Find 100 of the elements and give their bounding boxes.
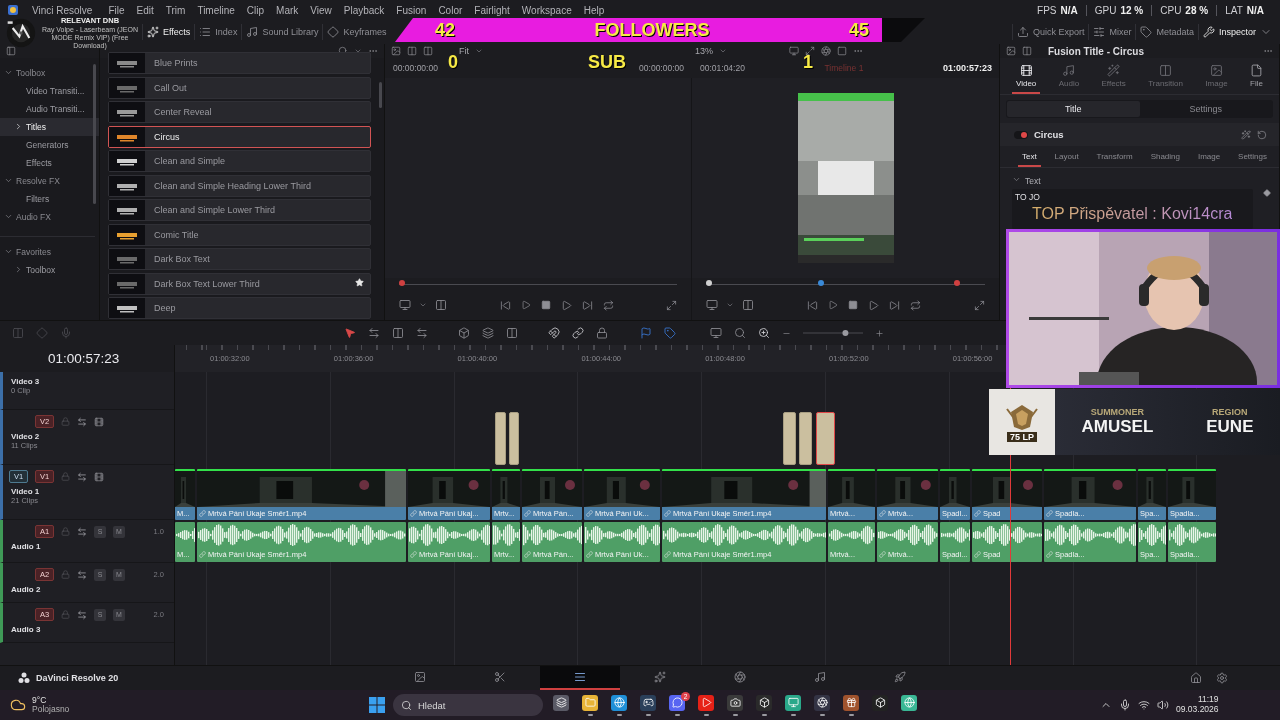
toggle-switch[interactable] [1014, 130, 1028, 139]
title-list-item[interactable]: Center Reveal [108, 101, 371, 123]
marker-icon[interactable] [664, 327, 676, 339]
quick-export-button[interactable]: Quick Export [1011, 24, 1089, 40]
inspector-subtab[interactable]: Text [1018, 150, 1041, 167]
title-clip[interactable] [799, 412, 812, 465]
loop-icon[interactable] [602, 299, 614, 311]
title-list-item[interactable]: Dark Box Text Lower Third [108, 272, 371, 295]
tree-item[interactable]: Titles [0, 118, 99, 136]
segment-button[interactable]: Settings [1139, 101, 1272, 117]
search-field[interactable]: Hledat [393, 694, 543, 716]
title-list-item[interactable]: Deep [108, 297, 371, 319]
keyframes-tab[interactable]: Keyframes [322, 24, 391, 40]
menu-item[interactable]: Color [438, 4, 463, 16]
menu-item[interactable]: Timeline [197, 4, 235, 16]
mic-icon[interactable] [1119, 699, 1131, 711]
skip-forward-icon[interactable] [889, 299, 900, 311]
inspector-subtab[interactable]: Image [1193, 150, 1225, 167]
wifi-icon[interactable] [1138, 699, 1150, 711]
tree-item[interactable]: Toolbox [0, 261, 99, 279]
stop-icon[interactable] [540, 300, 551, 310]
title-clip[interactable] [783, 412, 796, 465]
title-list-item[interactable]: Comic Title [108, 223, 371, 246]
segment-button[interactable]: Title [1007, 101, 1140, 117]
zoom-icon[interactable] [734, 327, 746, 339]
start-icon[interactable] [368, 696, 386, 714]
snap-icon[interactable] [548, 327, 560, 339]
menu-item[interactable]: Fusion [396, 4, 427, 16]
index-tab[interactable]: Index [194, 24, 242, 40]
mixer-tab[interactable]: Mixer [1088, 24, 1136, 40]
skip-forward-icon[interactable] [581, 299, 593, 311]
title-list-item[interactable]: Circus [108, 125, 371, 148]
sound-library-tab[interactable]: Sound Library [241, 24, 323, 40]
taskbar-app[interactable] [695, 692, 717, 718]
tree-item[interactable]: Favorites [0, 243, 99, 261]
volume-icon[interactable] [1157, 699, 1169, 711]
inspector-tab[interactable]: Video [1012, 62, 1041, 94]
tree-item[interactable]: Generators [0, 136, 99, 154]
effects-tab[interactable]: Effects [142, 24, 195, 40]
title-list-item[interactable]: Clean and Simple [108, 150, 371, 172]
taskbar-app[interactable] [637, 692, 659, 718]
taskbar-app[interactable] [782, 692, 804, 718]
loop-icon[interactable] [910, 299, 921, 311]
menu-item[interactable]: Fairlight [474, 4, 510, 16]
play-icon[interactable] [868, 299, 879, 311]
taskbar-app[interactable] [608, 692, 630, 718]
skip-back-icon[interactable] [807, 299, 818, 311]
zoom-slider[interactable] [803, 329, 863, 337]
scrollbar[interactable] [379, 82, 382, 108]
view-icon[interactable] [710, 327, 722, 339]
pointer-icon[interactable] [344, 327, 356, 339]
title-list-item[interactable]: Blue Prints [108, 52, 371, 74]
inspector-subtab[interactable]: Layout [1050, 150, 1083, 167]
group-title[interactable]: Text [1025, 175, 1041, 186]
menu-item[interactable]: Edit [136, 4, 154, 16]
zoom-in-icon[interactable] [758, 327, 770, 339]
inspector-tab[interactable]: Inspector [1197, 24, 1260, 40]
inspector-tab[interactable]: File [1245, 62, 1267, 94]
zoom-level[interactable]: Fit [459, 46, 469, 56]
menu-item[interactable]: Mark [276, 4, 299, 16]
inspector-subtab[interactable]: Settings [1234, 150, 1271, 167]
settings-icon[interactable] [1216, 672, 1228, 684]
sidebar-toggle-icon[interactable] [6, 46, 16, 56]
menu-item[interactable]: File [108, 4, 125, 16]
menu-item[interactable]: Playback [343, 4, 385, 16]
reset-icon[interactable] [1257, 129, 1267, 140]
taskbar-app[interactable] [579, 692, 601, 718]
menu-item[interactable]: Workspace [521, 4, 572, 16]
wand-icon[interactable] [1241, 129, 1251, 140]
scrollbar[interactable] [93, 64, 96, 204]
title-list-item[interactable]: Clean and Simple Lower Third [108, 199, 371, 221]
inspector-subtab[interactable]: Shading [1146, 150, 1184, 167]
title-list-item[interactable]: Call Out [108, 76, 371, 99]
page-tab[interactable] [540, 666, 620, 690]
taskbar-app[interactable] [753, 692, 775, 718]
tree-item[interactable]: Resolve FX [0, 172, 99, 190]
tree-item[interactable]: Video Transiti... [0, 82, 99, 100]
menu-item[interactable]: Help [583, 4, 605, 16]
tree-item[interactable]: Filters [0, 190, 99, 208]
link-icon[interactable] [572, 327, 584, 339]
zoom-level[interactable]: 13% [695, 46, 713, 56]
keyframe-icon[interactable] [1263, 189, 1271, 197]
title-clip[interactable] [509, 412, 519, 465]
stop-icon[interactable] [848, 300, 858, 310]
title-clip[interactable] [495, 412, 506, 465]
tree-item[interactable]: Audio Transiti... [0, 100, 99, 118]
flag-icon[interactable] [640, 327, 652, 339]
menu-item[interactable]: Trim [165, 4, 186, 16]
menu-item[interactable]: Clip [246, 4, 265, 16]
home-icon[interactable] [1190, 672, 1202, 684]
title-list-item[interactable]: Dark Box Text [108, 248, 371, 270]
metadata-tab[interactable]: Metadata [1135, 24, 1198, 40]
tree-item[interactable]: Toolbox [0, 64, 99, 82]
skip-back-icon[interactable] [499, 299, 511, 311]
inspector-subtab[interactable]: Transform [1092, 150, 1137, 167]
play-icon[interactable] [560, 299, 572, 311]
tree-item[interactable]: Audio FX [0, 208, 99, 226]
menu-item[interactable]: View [310, 4, 332, 16]
taskbar-app[interactable] [724, 692, 746, 718]
tree-item[interactable]: Effects [0, 154, 99, 172]
